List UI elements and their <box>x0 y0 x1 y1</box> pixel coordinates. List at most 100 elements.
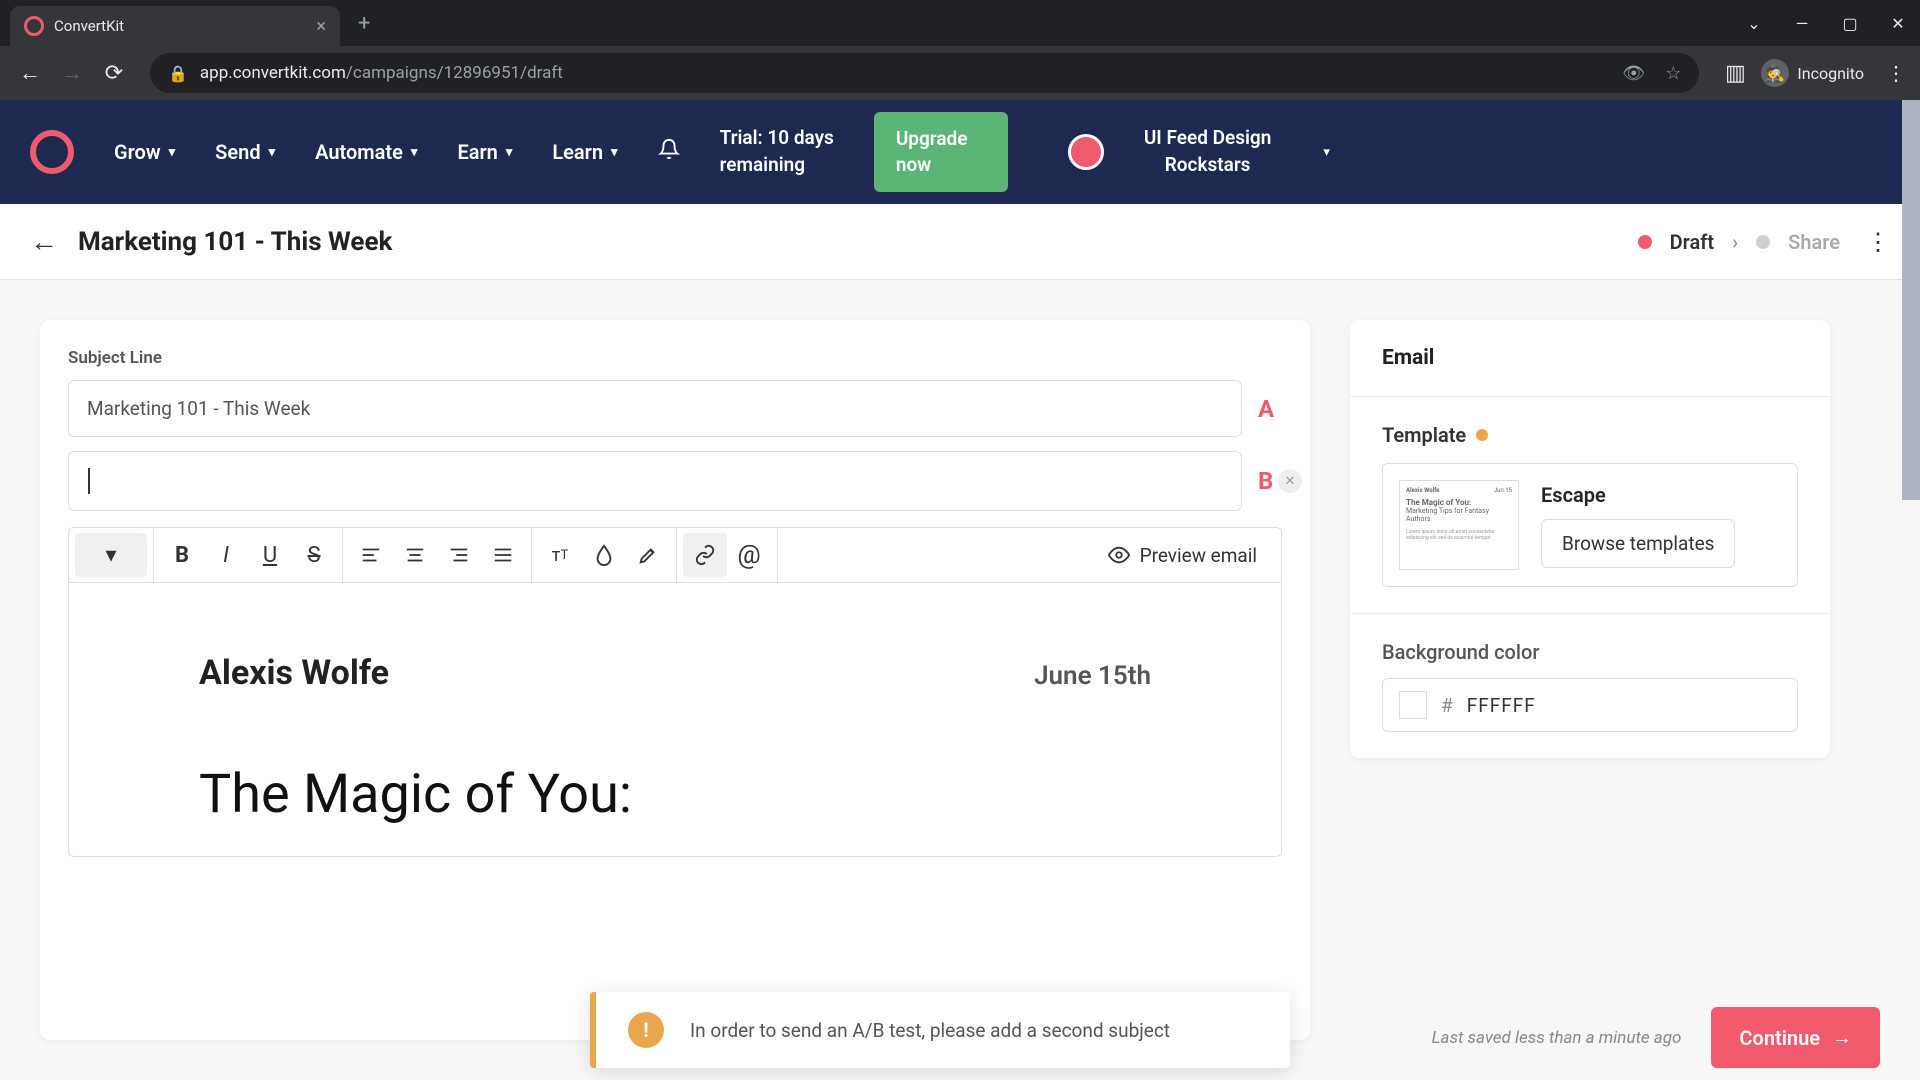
content-area: Subject Line Marketing 101 - This Week A… <box>0 280 1920 1080</box>
status-dot-draft-icon <box>1638 235 1652 249</box>
email-sender-name: Alexis Wolfe <box>199 653 389 693</box>
background-color-label: Background color <box>1382 640 1798 664</box>
close-tab-icon[interactable]: × <box>316 16 326 37</box>
paragraph-style-dropdown[interactable]: ▾ <box>75 533 147 577</box>
page-header: ← Marketing 101 - This Week Draft › Shar… <box>0 204 1920 280</box>
maximize-icon[interactable]: ▢ <box>1838 14 1862 33</box>
subject-line-label: Subject Line <box>68 348 1282 368</box>
incognito-icon: 🕵 <box>1761 59 1789 87</box>
user-avatar-icon[interactable] <box>1068 134 1104 170</box>
new-tab-button[interactable]: + <box>358 11 370 36</box>
chevron-down-icon: ▾ <box>169 145 176 160</box>
nav-send[interactable]: Send▾ <box>215 140 275 164</box>
lock-icon: 🔒 <box>168 64 188 83</box>
template-card: Alexis WolfeJun 15 The Magic of You: Mar… <box>1382 463 1798 587</box>
back-arrow-button[interactable]: ← <box>30 225 58 258</box>
tab-bar: ConvertKit × + ⌄ — ▢ ✕ <box>0 0 1920 46</box>
address-bar[interactable]: 🔒 app.convertkit.com/campaigns/12896951/… <box>150 53 1699 93</box>
template-status-dot-icon <box>1476 429 1488 441</box>
chevron-down-icon: ▾ <box>411 145 418 160</box>
color-value: FFFFFF <box>1467 694 1536 717</box>
bookmark-star-icon[interactable]: ☆ <box>1665 63 1681 84</box>
app-logo-icon[interactable] <box>30 130 74 174</box>
toast-message: In order to send an A/B test, please add… <box>690 1019 1170 1042</box>
align-left-button[interactable] <box>349 533 393 577</box>
align-justify-button[interactable] <box>481 533 525 577</box>
ab-variant-a: A <box>1258 395 1282 423</box>
align-center-button[interactable] <box>393 533 437 577</box>
browser-menu-icon[interactable]: ⋮ <box>1886 61 1906 85</box>
subject-row-b: B ✕ <box>68 451 1282 511</box>
incognito-badge[interactable]: 🕵 Incognito <box>1761 59 1864 87</box>
align-right-button[interactable] <box>437 533 481 577</box>
chevron-down-icon[interactable]: ▾ <box>1323 145 1330 160</box>
tabs-dropdown-icon[interactable]: ⌄ <box>1742 14 1766 33</box>
browse-templates-button[interactable]: Browse templates <box>1541 519 1735 568</box>
back-button[interactable]: ← <box>14 60 46 86</box>
arrow-right-icon: → <box>1832 1025 1852 1050</box>
mention-button[interactable]: @ <box>727 533 771 577</box>
formatting-toolbar: ▾ B I U S тT @ <box>68 527 1282 583</box>
chevron-down-icon: ▾ <box>269 145 276 160</box>
address-bar-row: ← → ⟳ 🔒 app.convertkit.com/campaigns/128… <box>0 46 1920 100</box>
highlight-button[interactable] <box>626 533 670 577</box>
email-preview-body[interactable]: Alexis Wolfe June 15th The Magic of You: <box>68 583 1282 857</box>
app-header: Grow▾ Send▾ Automate▾ Earn▾ Learn▾ Trial… <box>0 100 1920 204</box>
preview-email-button[interactable]: Preview email <box>1084 544 1281 567</box>
subject-input-b[interactable] <box>68 451 1242 511</box>
template-thumbnail[interactable]: Alexis WolfeJun 15 The Magic of You: Mar… <box>1399 480 1519 570</box>
minimize-icon[interactable]: — <box>1790 14 1814 33</box>
close-window-icon[interactable]: ✕ <box>1886 14 1910 33</box>
eye-icon <box>1108 544 1130 566</box>
eye-off-icon[interactable]: 👁 <box>1622 63 1645 84</box>
nav-automate[interactable]: Automate▾ <box>315 140 417 164</box>
italic-button[interactable]: I <box>204 533 248 577</box>
page-title: Marketing 101 - This Week <box>78 227 392 257</box>
template-name: Escape <box>1541 483 1735 507</box>
background-color-input[interactable]: # FFFFFF <box>1382 678 1798 732</box>
account-menu[interactable]: UI Feed Design Rockstars <box>1144 125 1272 178</box>
remove-variant-icon[interactable]: ✕ <box>1278 469 1302 493</box>
text-size-button[interactable]: тT <box>538 533 582 577</box>
warning-toast: ! In order to send an A/B test, please a… <box>590 992 1290 1068</box>
window-controls: ⌄ — ▢ ✕ <box>1742 0 1910 46</box>
status-draft[interactable]: Draft <box>1670 230 1714 254</box>
notifications-bell-icon[interactable] <box>658 138 680 166</box>
strikethrough-button[interactable]: S <box>292 533 336 577</box>
nav-grow[interactable]: Grow▾ <box>114 140 175 164</box>
reload-button[interactable]: ⟳ <box>98 61 130 86</box>
browser-chrome: ConvertKit × + ⌄ — ▢ ✕ ← → ⟳ 🔒 app.conve… <box>0 0 1920 100</box>
footer-bar: Last saved less than a minute ago Contin… <box>1432 1007 1880 1068</box>
chevron-right-icon: › <box>1732 230 1738 254</box>
upgrade-button[interactable]: Upgrade now <box>874 112 1008 191</box>
link-button[interactable] <box>683 533 727 577</box>
email-headline: The Magic of You: <box>199 763 1151 826</box>
url-text: app.convertkit.com/campaigns/12896951/dr… <box>200 63 563 83</box>
browser-tab[interactable]: ConvertKit × <box>10 6 340 46</box>
subject-row-a: Marketing 101 - This Week A <box>68 380 1282 437</box>
chevron-down-icon: ▾ <box>105 543 116 568</box>
sidebar-title: Email <box>1382 346 1798 370</box>
bold-button[interactable]: B <box>160 533 204 577</box>
warning-icon: ! <box>628 1012 664 1048</box>
text-color-button[interactable] <box>582 533 626 577</box>
subject-input-a[interactable]: Marketing 101 - This Week <box>68 380 1242 437</box>
last-saved-text: Last saved less than a minute ago <box>1432 1028 1682 1048</box>
extensions-icon[interactable]: ▥ <box>1719 61 1751 86</box>
more-options-icon[interactable]: ⋮ <box>1866 228 1890 256</box>
status-group: Draft › Share ⋮ <box>1638 228 1890 256</box>
nav-learn[interactable]: Learn▾ <box>552 140 617 164</box>
nav-earn[interactable]: Earn▾ <box>457 140 512 164</box>
template-label: Template <box>1382 423 1798 447</box>
forward-button[interactable]: → <box>56 60 88 86</box>
editor-panel: Subject Line Marketing 101 - This Week A… <box>40 320 1310 1040</box>
color-swatch <box>1399 691 1427 719</box>
trial-status: Trial: 10 days remaining <box>720 125 834 178</box>
status-share[interactable]: Share <box>1788 230 1840 254</box>
chevron-down-icon: ▾ <box>611 145 618 160</box>
hash-symbol: # <box>1441 694 1453 717</box>
underline-button[interactable]: U <box>248 533 292 577</box>
continue-button[interactable]: Continue → <box>1711 1007 1880 1068</box>
scrollbar[interactable] <box>1902 100 1920 500</box>
status-dot-share-icon <box>1756 235 1770 249</box>
